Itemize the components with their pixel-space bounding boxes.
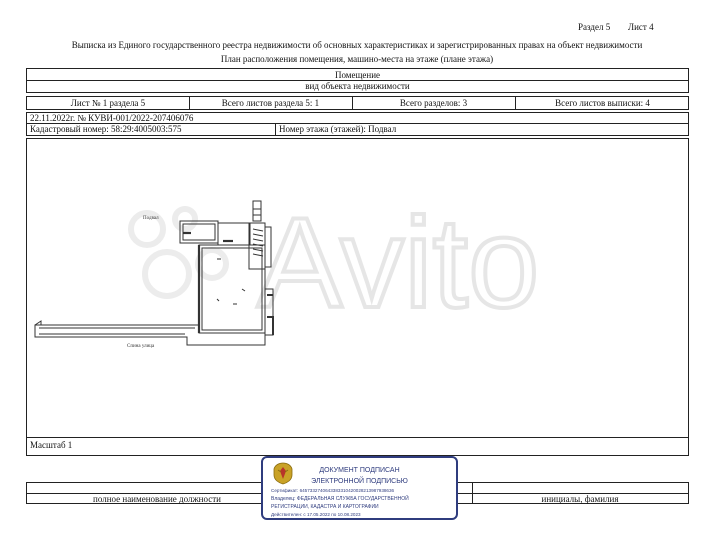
document-title: Выписка из Единого государственного реес… [71, 40, 643, 50]
total-sheets-extract: Всего листов выписки: 4 [555, 97, 650, 108]
document-subtitle: План расположения помещения, машино-мест… [220, 54, 494, 64]
stamp-certificate: Сертификат: 6457332740643383310420028213… [271, 488, 395, 493]
section-label: Раздел 5 [578, 22, 611, 32]
total-sheets-section: Всего листов раздела 5: 1 [221, 97, 320, 108]
object-type-block: Помещение вид объекта недвижимости [26, 68, 689, 93]
scale-label: Масштаб 1 [30, 440, 73, 450]
object-type-caption: вид объекта недвижимости [305, 81, 410, 91]
stamp-owner: Владелец: ФЕДЕРАЛЬНАЯ СЛУЖБА ГОСУДАРСТВЕ… [271, 496, 409, 502]
stamp-line2: ЭЛЕКТРОННОЙ ПОДПИСЬЮ [311, 478, 408, 485]
cadastral-row: Кадастровый номер: 58:29:4005003:575 Ном… [26, 124, 689, 136]
stamp-owner-line2: РЕГИСТРАЦИИ, КАДАСТРА И КАРТОГРАФИИ [271, 504, 379, 510]
floor-number: Номер этажа (этажей): Подвал [279, 124, 397, 134]
object-type: Помещение [334, 70, 381, 80]
electronic-signature-stamp: ДОКУМЕНТ ПОДПИСАН ЭЛЕКТРОННОЙ ПОДПИСЬЮ С… [261, 456, 458, 520]
floor-plan: Подвал Спина улица [34, 200, 274, 349]
date-number-row: 22.11.2022г. № КУВИ-001/2022-207406076 [26, 112, 689, 124]
sheet-label: Лист 4 [628, 22, 654, 32]
sheets-row: Лист № 1 раздела 5 Всего листов раздела … [26, 96, 689, 110]
total-sections: Всего разделов: 3 [399, 97, 468, 108]
plan-label-floor: Подвал [143, 216, 159, 221]
name-label: инициалы, фамилия [541, 494, 619, 504]
position-label: полное наименование должности [93, 494, 221, 504]
cadastral-number: Кадастровый номер: 58:29:4005003:575 [30, 124, 182, 134]
plan-label-street: Спина улица [127, 344, 155, 349]
stamp-validity: Действителен: с 17.05.2022 по 10.08.2023 [271, 512, 361, 517]
date-number: 22.11.2022г. № КУВИ-001/2022-207406076 [30, 113, 194, 123]
plan-area: Avito Подвал Спина улица Масштаб 1 [26, 138, 689, 456]
sheet-number: Лист № 1 раздела 5 [70, 97, 146, 108]
stamp-line1: ДОКУМЕНТ ПОДПИСАН [319, 467, 400, 474]
